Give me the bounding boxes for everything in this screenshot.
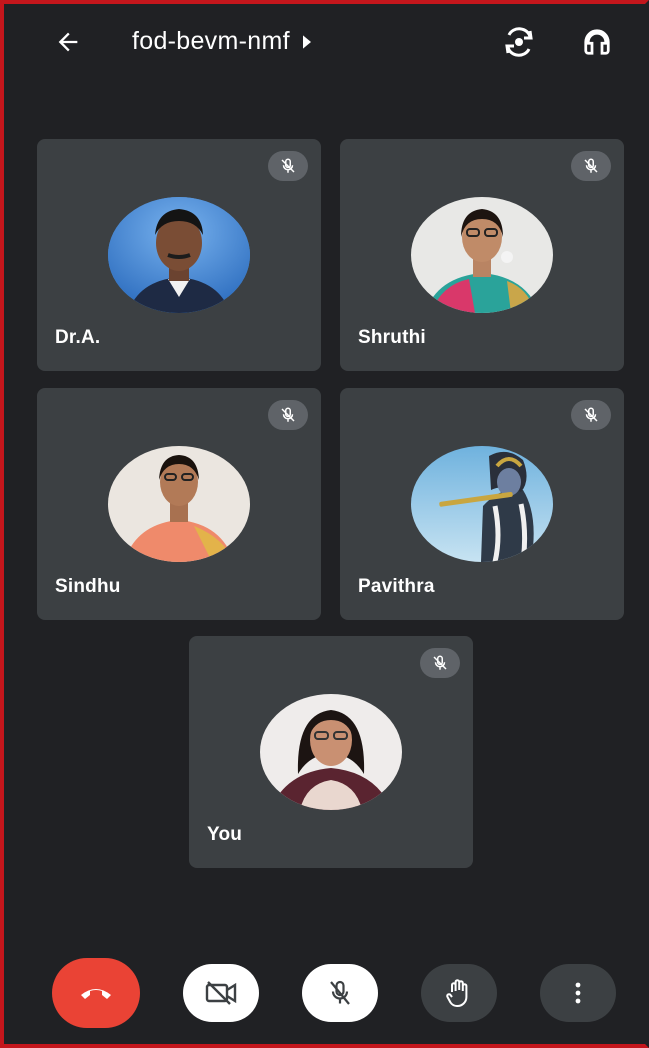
caret-right-icon [302,34,311,49]
meeting-code: fod-bevm-nmf [132,27,290,55]
participant-name: Sindhu [55,576,121,597]
mic-off-badge [420,648,460,678]
participant-name: Pavithra [358,576,435,597]
raise-hand-button[interactable] [421,964,497,1022]
mic-off-badge [268,400,308,430]
self-avatar [260,694,402,810]
participant-tile[interactable]: Pavithra [340,388,624,620]
participant-avatar [411,446,553,562]
switch-camera-icon [505,27,533,57]
participant-tile[interactable]: Shruthi [340,139,624,371]
participant-name: Shruthi [358,327,426,348]
mic-off-icon [281,158,295,173]
top-actions [501,24,615,60]
meet-call-screen: fod-bevm-nmf Dr.A. Shruthi Sindhu Pavith… [0,0,649,1048]
participant-name: You [207,824,243,845]
self-tile[interactable]: You [189,636,473,868]
end-call-icon [81,989,111,999]
raise-hand-icon [446,979,468,1007]
back-button[interactable] [50,24,86,60]
meeting-info-button[interactable]: fod-bevm-nmf [132,27,314,56]
mic-off-icon [584,407,598,422]
mic-toggle-button[interactable] [302,964,378,1022]
participant-avatar [108,197,250,313]
headphones-icon [584,29,610,55]
camera-toggle-button[interactable] [183,964,259,1022]
mic-off-icon [584,158,598,173]
participant-name: Dr.A. [55,327,101,348]
call-controls [4,944,645,1044]
mic-off-icon [330,980,350,1005]
end-call-button[interactable] [52,958,140,1028]
mic-off-icon [281,407,295,422]
mic-off-badge [571,400,611,430]
participant-tile[interactable]: Sindhu [37,388,321,620]
switch-camera-button[interactable] [501,24,537,60]
participant-avatar [108,446,250,562]
more-options-button[interactable] [540,964,616,1022]
audio-output-button[interactable] [579,24,615,60]
arrow-back-icon [58,32,78,52]
participant-avatar [411,197,553,313]
mic-off-badge [268,151,308,181]
mic-off-badge [571,151,611,181]
more-vert-icon [575,982,581,1004]
camera-off-icon [205,981,237,1005]
participant-tile[interactable]: Dr.A. [37,139,321,371]
top-bar: fod-bevm-nmf [4,4,645,82]
mic-off-icon [433,655,447,670]
